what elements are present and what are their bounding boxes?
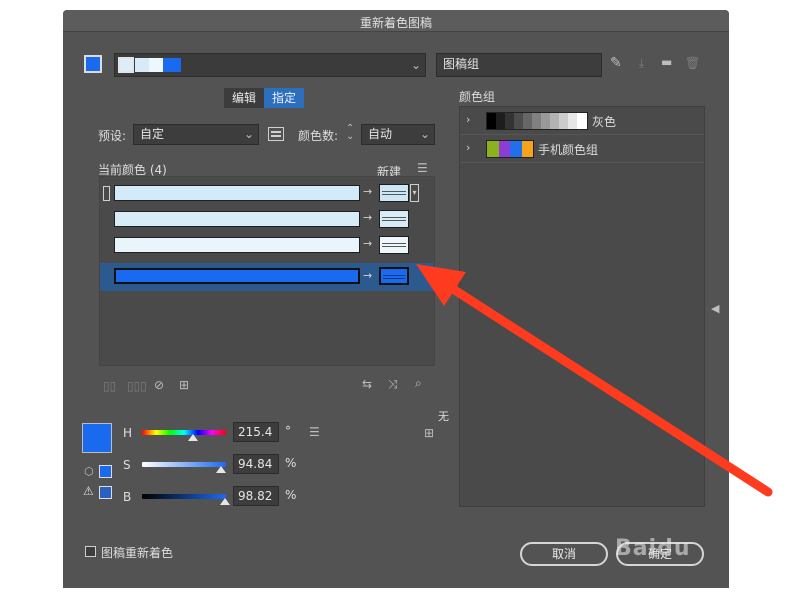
arrow-right-icon: → (363, 211, 373, 224)
find-color-icon[interactable]: ⌕ (415, 376, 422, 391)
arrow-right-icon: → (363, 237, 373, 250)
folder-icon[interactable]: ▬ (661, 55, 672, 69)
new-color-swatch[interactable] (379, 267, 409, 285)
color-row-selected[interactable]: → (100, 263, 434, 291)
hue-unit: ° (285, 424, 291, 438)
color-assignment-list: → ▾ → → → (99, 176, 435, 366)
arrow-right-icon: → (363, 185, 373, 198)
color-row[interactable]: → ▾ (100, 181, 434, 207)
recolor-artwork-checkbox[interactable] (85, 546, 96, 557)
color-group-row[interactable]: › 灰色 (460, 107, 704, 135)
saturation-value-field[interactable]: 94.84 (233, 454, 279, 474)
color-count-select[interactable]: 自动 ⌄ (361, 124, 435, 145)
recolor-artwork-dialog: 重新着色图稿 ⌄ 图稿组 ✎ ⤓ ▬ 🗑 编辑 指定 预设: 自定 ⌄ 颜色数:… (63, 10, 729, 588)
merge-colors-icon: ▯▯ (103, 379, 117, 393)
chevron-right-icon[interactable]: › (466, 113, 470, 126)
trash-icon: 🗑 (685, 56, 701, 70)
brightness-slider[interactable] (142, 494, 226, 499)
color-groups-panel: › 灰色 › 手机颜色组 (459, 106, 705, 507)
artwork-group-field[interactable]: 图稿组 (436, 53, 602, 77)
new-color-swatch[interactable] (379, 236, 409, 254)
saturation-slider-thumb[interactable] (216, 466, 226, 473)
randomize-saturation-icon[interactable]: ⤨ (388, 377, 398, 392)
new-row-icon[interactable]: ⊞ (179, 378, 189, 392)
color-groups-label: 颜色组 (459, 90, 496, 104)
preset-value: 自定 (140, 127, 165, 141)
harmony-swatch (135, 58, 149, 72)
expand-panel-icon[interactable]: ◀ (711, 302, 719, 315)
cube-icon: ⬡ (84, 465, 94, 478)
tab-edit[interactable]: 编辑 (224, 88, 265, 108)
current-color-bar[interactable] (114, 268, 360, 284)
brightness-label: B (123, 490, 132, 504)
color-group-name: 手机颜色组 (538, 143, 599, 157)
chevron-right-icon[interactable]: › (466, 141, 470, 154)
separate-colors-icon: ▯▯▯ (127, 379, 147, 393)
phone-group-strip[interactable] (486, 140, 534, 158)
recolor-artwork-label: 图稿重新着色 (101, 546, 174, 560)
color-count-value: 自动 (368, 127, 393, 141)
color-library-icon[interactable] (268, 127, 284, 141)
web-safe-swatch[interactable] (99, 486, 112, 499)
save-group-icon: ⤓ (639, 56, 645, 70)
tab-bar: 编辑 指定 (224, 88, 305, 108)
gray-group-strip[interactable] (486, 112, 588, 130)
tab-assign[interactable]: 指定 (264, 88, 305, 108)
hue-value-field[interactable]: 215.4 (233, 422, 279, 442)
cancel-button[interactable]: 取消 (520, 542, 608, 566)
color-count-label: 颜色数: (298, 129, 339, 143)
warning-icon: ⚠ (83, 484, 94, 498)
preset-label: 预设: (98, 129, 127, 143)
color-mode-grid-icon[interactable]: ⊞ (424, 426, 434, 440)
randomize-order-icon[interactable]: ⇆ (362, 377, 372, 391)
eyedropper-icon[interactable]: ✎ (610, 55, 622, 71)
menu-icon[interactable]: ☰ (417, 161, 428, 175)
current-color-bar[interactable] (114, 211, 360, 227)
dialog-titlebar: 重新着色图稿 (63, 10, 729, 32)
active-color-swatch[interactable] (84, 55, 102, 73)
watermark: Baidu (615, 536, 691, 561)
chevron-down-icon: ⌄ (419, 127, 430, 141)
current-color-bar[interactable] (114, 237, 360, 253)
chevron-down-icon[interactable]: ⌄ (411, 58, 421, 72)
row-handle-icon[interactable] (103, 186, 110, 201)
color-row[interactable]: → (100, 207, 434, 233)
color-group-row[interactable]: › 手机颜色组 (460, 135, 704, 163)
hue-slider[interactable] (142, 430, 226, 435)
current-color-bar[interactable] (114, 185, 360, 201)
gamut-swatch[interactable] (99, 465, 112, 478)
stepper-icon[interactable]: ⌃ ⌄ (346, 124, 354, 142)
hue-slider-thumb[interactable] (188, 434, 198, 441)
menu-icon[interactable]: ☰ (309, 425, 320, 439)
chevron-down-icon[interactable]: ▾ (410, 184, 419, 202)
color-row[interactable]: → (100, 233, 434, 259)
exclude-color-icon[interactable]: ⊘ (154, 378, 164, 392)
brightness-unit: % (285, 488, 297, 502)
new-color-swatch[interactable] (379, 184, 409, 202)
harmony-color-bar[interactable]: ⌄ (114, 53, 426, 77)
chevron-down-icon: ⌄ (243, 127, 254, 141)
saturation-unit: % (285, 456, 297, 470)
preset-select[interactable]: 自定 ⌄ (133, 124, 259, 145)
harmony-swatch (163, 58, 181, 72)
arrow-right-icon: → (363, 269, 373, 282)
dialog-title: 重新着色图稿 (359, 16, 432, 30)
brightness-slider-thumb[interactable] (220, 498, 230, 505)
new-color-swatch[interactable] (379, 210, 409, 228)
saturation-slider[interactable] (142, 462, 226, 467)
none-label: 无 (438, 410, 449, 423)
selected-color-preview[interactable] (82, 423, 112, 453)
hue-label: H (123, 426, 133, 440)
harmony-swatch-selected[interactable] (118, 57, 134, 73)
saturation-label: S (123, 458, 131, 472)
color-group-name: 灰色 (592, 115, 617, 129)
brightness-value-field[interactable]: 98.82 (233, 486, 279, 506)
harmony-swatch (149, 58, 163, 72)
